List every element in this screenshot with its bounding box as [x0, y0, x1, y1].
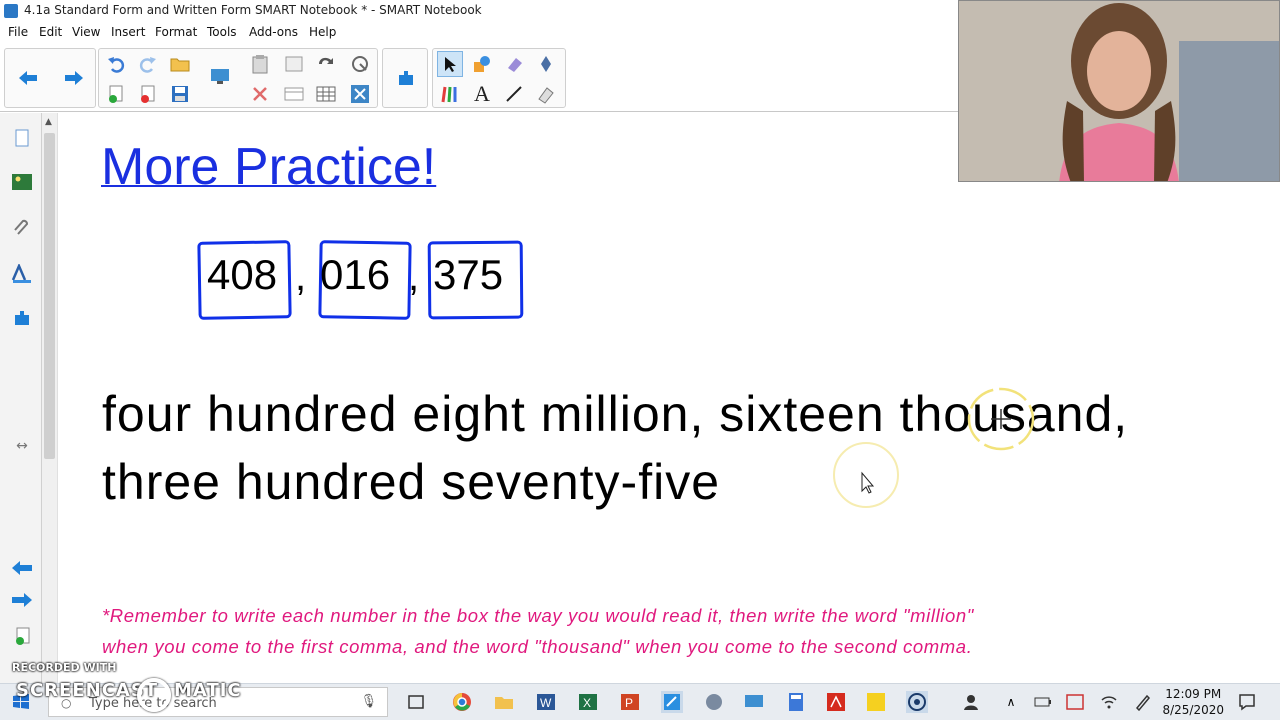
menu-tools[interactable]: Tools [207, 25, 237, 39]
number-millions: 408 [207, 251, 278, 298]
previous-page-icon[interactable] [9, 555, 35, 581]
menu-add-ons[interactable]: Add-ons [249, 25, 298, 39]
webcam-overlay [958, 0, 1280, 182]
clock-date: 8/25/2020 [1162, 703, 1224, 717]
select-icon[interactable] [437, 51, 463, 77]
fill-icon[interactable] [533, 81, 559, 107]
svg-text:P: P [625, 696, 633, 710]
notification-tool-icon[interactable] [1064, 691, 1086, 713]
paste-icon[interactable] [247, 51, 273, 77]
back-icon[interactable] [15, 65, 41, 91]
clock[interactable]: 12:09 PM 8/25/2020 [1162, 686, 1224, 718]
watermark-recorded-with: RECORDED WITH [12, 661, 117, 674]
smart-notebook-taskbar-icon[interactable] [661, 691, 683, 713]
next-page-icon[interactable] [9, 587, 35, 613]
watermark-matic: MATIC [174, 680, 242, 701]
open-icon[interactable] [167, 51, 193, 77]
eraser-icon[interactable] [501, 51, 527, 77]
move-sidebar-icon[interactable]: ↔ [9, 433, 35, 459]
window-title: 4.1a Standard Form and Written Form SMAR… [24, 3, 482, 17]
attachments-icon[interactable] [9, 215, 35, 241]
redo-icon[interactable] [135, 51, 161, 77]
measurement-icon[interactable] [347, 51, 373, 77]
delete-icon[interactable] [247, 81, 273, 107]
battery-icon[interactable] [1032, 691, 1054, 713]
page-title: More Practice! [101, 138, 437, 196]
magic-pen-icon[interactable] [533, 51, 559, 77]
addons-group [382, 48, 428, 108]
tools-group: A [432, 48, 566, 108]
svg-text:W: W [540, 696, 552, 710]
screen-icon[interactable] [743, 691, 765, 713]
microphone-icon[interactable]: 🎙 [360, 694, 377, 709]
note-line-2: when you come to the first comma, and th… [102, 636, 973, 657]
wifi-icon[interactable] [1098, 691, 1120, 713]
cursor-highlight [833, 442, 899, 508]
scrollbar-thumb[interactable] [44, 133, 55, 459]
comma-2: , [408, 255, 420, 299]
screencast-taskbar-icon[interactable] [906, 691, 928, 713]
smart-notebook-icon [4, 4, 18, 18]
capture-icon[interactable] [313, 51, 339, 77]
addons-icon[interactable] [393, 65, 419, 91]
scroll-up-icon[interactable]: ▲ [45, 117, 52, 127]
table-icon[interactable] [313, 81, 339, 107]
powerpoint-icon[interactable]: P [619, 691, 641, 713]
text-icon[interactable]: A [469, 81, 495, 107]
menu-help[interactable]: Help [309, 25, 336, 39]
word-icon[interactable]: W [535, 691, 557, 713]
calculator-icon[interactable] [785, 691, 807, 713]
gallery-icon[interactable] [9, 169, 35, 195]
people-icon[interactable] [960, 691, 982, 713]
screen-shade-icon[interactable] [207, 63, 233, 89]
page-icon[interactable] [281, 51, 307, 77]
properties-icon[interactable] [9, 261, 35, 287]
delete-page-icon[interactable] [135, 81, 161, 107]
navigation-group [4, 48, 96, 108]
file-group [98, 48, 378, 108]
show-hidden-icons-icon[interactable]: ∧ [1000, 691, 1022, 713]
excel-icon[interactable]: X [577, 691, 599, 713]
pointer-highlight [967, 387, 1035, 451]
add-page-side-icon[interactable] [9, 623, 35, 649]
chrome-icon[interactable] [451, 691, 473, 713]
page-sorter-icon[interactable] [9, 125, 35, 151]
undo-icon[interactable] [103, 51, 129, 77]
shapes-icon[interactable] [469, 51, 495, 77]
add-page-icon[interactable] [103, 81, 129, 107]
menu-file[interactable]: File [8, 25, 28, 39]
task-view-icon[interactable] [405, 691, 427, 713]
line-icon[interactable] [501, 81, 527, 107]
note-line-1: *Remember to write each number in the bo… [102, 605, 974, 626]
menu-edit[interactable]: Edit [39, 25, 62, 39]
action-center-icon[interactable] [1236, 691, 1258, 713]
svg-text:X: X [583, 696, 591, 710]
sticky-notes-icon[interactable] [865, 691, 887, 713]
vertical-scrollbar[interactable]: ▲ [42, 113, 58, 683]
dual-page-icon[interactable] [281, 81, 307, 107]
sidebar-addons-icon[interactable] [9, 305, 35, 331]
comma-1: , [295, 255, 307, 299]
menu-view[interactable]: View [72, 25, 100, 39]
save-icon[interactable] [167, 81, 193, 107]
pen-workspace-icon[interactable] [1132, 691, 1154, 713]
number-ones: 375 [433, 251, 504, 298]
screencast-logo-icon [137, 678, 171, 712]
menu-format[interactable]: Format [155, 25, 197, 39]
side-panel: ↔ [0, 113, 42, 683]
presenter-video [959, 1, 1279, 181]
close-icon[interactable] [347, 81, 373, 107]
acrobat-icon[interactable] [825, 691, 847, 713]
notebook-page[interactable]: More Practice! 408 , 016 , 375 four hund… [58, 113, 1280, 683]
clock-time: 12:09 PM [1165, 687, 1222, 701]
pens-icon[interactable] [437, 81, 463, 107]
written-form-line-2: three hundred seventy-five [102, 454, 721, 510]
menu-insert[interactable]: Insert [111, 25, 145, 39]
file-explorer-icon[interactable] [493, 691, 515, 713]
forward-icon[interactable] [61, 65, 87, 91]
smart-tools-icon[interactable] [703, 691, 725, 713]
number-thousands: 016 [320, 251, 391, 298]
